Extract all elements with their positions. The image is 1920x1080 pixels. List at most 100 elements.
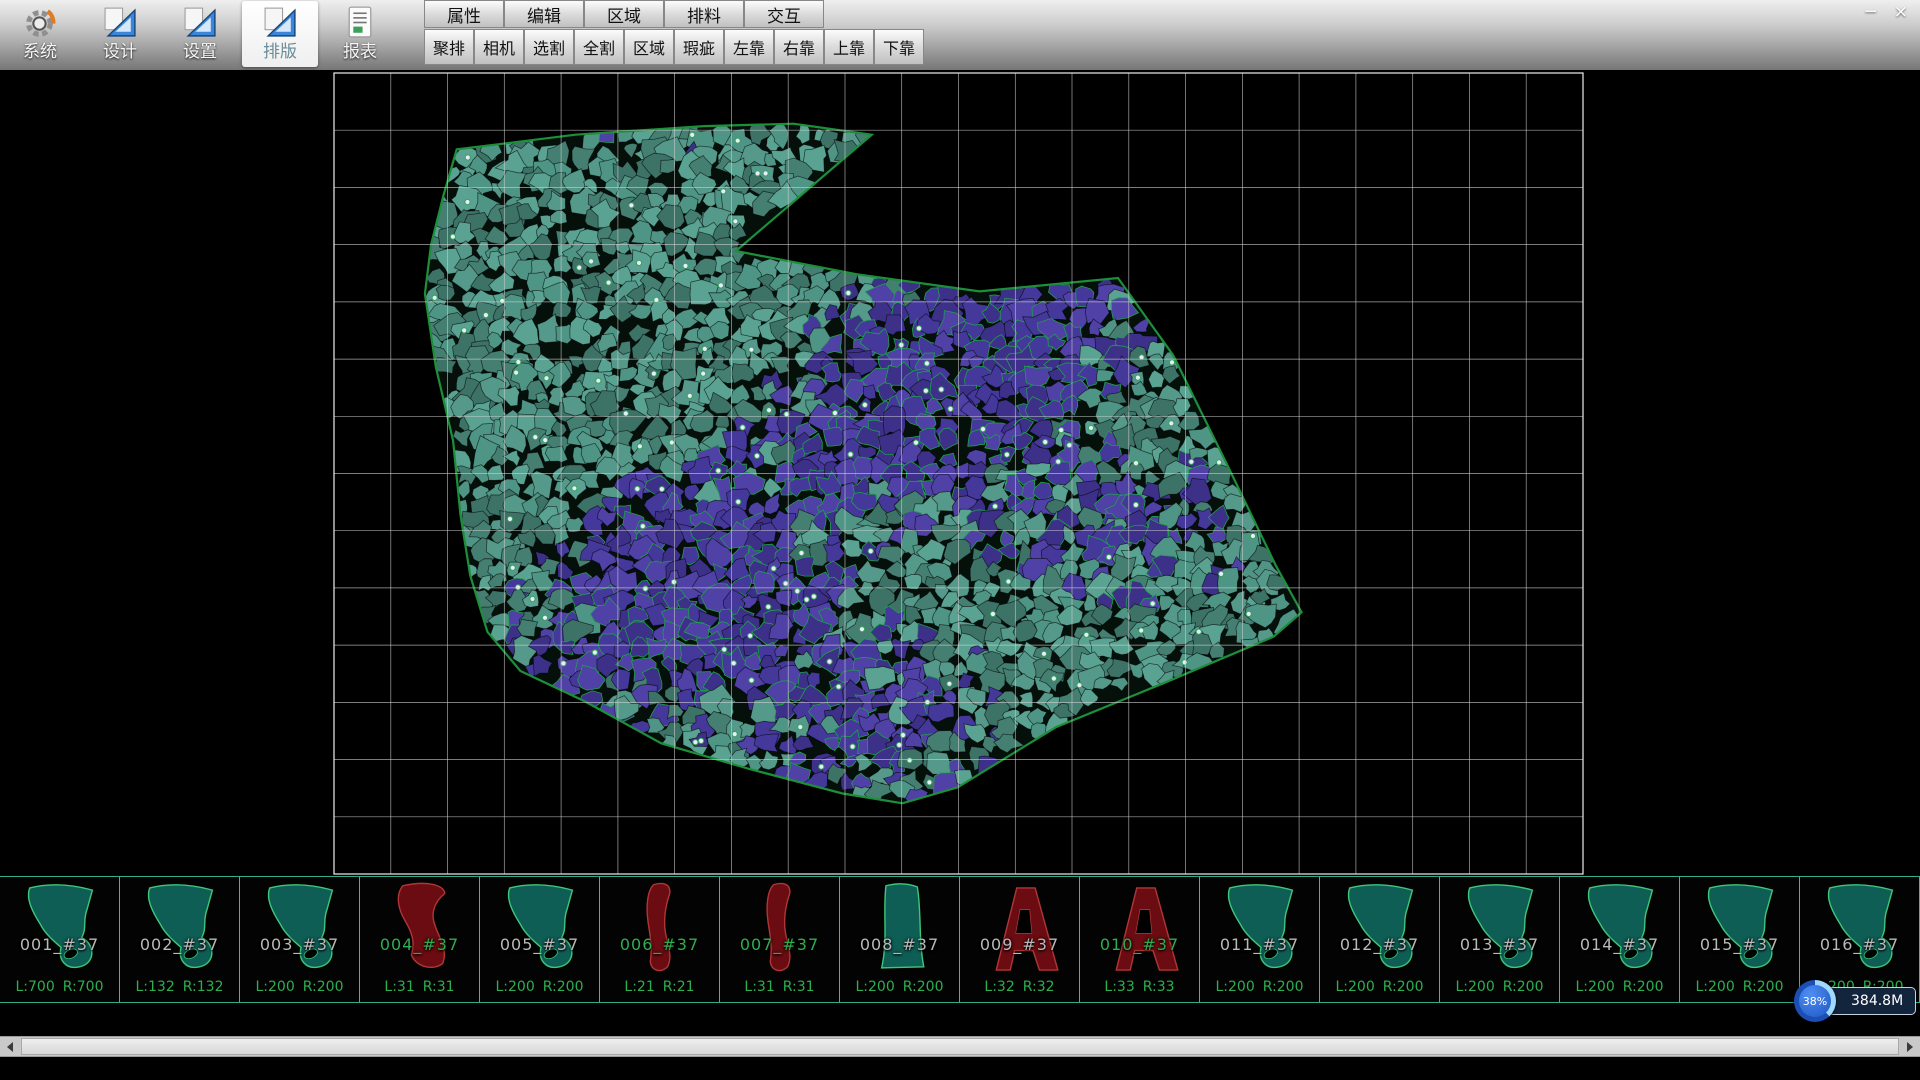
nav-item-report[interactable]: 报表 bbox=[322, 1, 398, 67]
nav-label: 设置 bbox=[183, 41, 217, 64]
main-nav: 系统 设计 设置 排版 报表 bbox=[2, 1, 398, 67]
nav-item-settings[interactable]: 设置 bbox=[162, 1, 238, 67]
piece-shape bbox=[366, 879, 474, 979]
piece-shape bbox=[846, 879, 954, 979]
menu-item-nesting[interactable]: 排料 bbox=[664, 0, 744, 28]
progress-circle: 38% bbox=[1794, 980, 1836, 1022]
piece-name: 007_#37 bbox=[720, 935, 839, 954]
nesting-canvas[interactable] bbox=[0, 70, 1920, 876]
piece-thumbnail-002_#37[interactable]: 002_#37 L:132R:132 bbox=[120, 877, 240, 1002]
menu-item-interact[interactable]: 交互 bbox=[744, 0, 824, 28]
piece-lr-count: L:200R:200 bbox=[1320, 979, 1439, 995]
nav-item-layout[interactable]: 排版 bbox=[242, 1, 318, 67]
piece-thumbnail-015_#37[interactable]: 015_#37L:200R:200 bbox=[1680, 877, 1800, 1002]
menu-bar: 属性编辑区域排料交互 bbox=[424, 0, 824, 28]
scroll-right-arrow[interactable] bbox=[1900, 1037, 1920, 1056]
status-overlay: 384.8M 38% bbox=[1794, 978, 1920, 1026]
piece-lr-count: L:200R:200 bbox=[840, 979, 959, 995]
piece-lr-count: L:200R:200 bbox=[240, 979, 359, 995]
piece-shape bbox=[1686, 879, 1794, 979]
piece-shape bbox=[1566, 879, 1674, 979]
piece-shape bbox=[1206, 879, 1314, 979]
piece-shape bbox=[486, 879, 594, 979]
action-bar: 聚排相机选割全割区域瑕疵左靠右靠上靠下靠 bbox=[424, 29, 924, 65]
piece-strip: 001_#37L:700R:700002_#37L:132R:132003_#3… bbox=[0, 876, 1920, 1003]
report-icon bbox=[342, 4, 379, 41]
piece-shape bbox=[1806, 879, 1914, 979]
piece-lr-count: L:132R:132 bbox=[120, 979, 239, 995]
menu-item-region[interactable]: 区域 bbox=[584, 0, 664, 28]
toolbar: 系统设计设置排版报表 属性编辑区域排料交互 聚排相机选割全割区域瑕疵左靠右靠上靠… bbox=[0, 0, 1920, 71]
piece-name: 009_#37 bbox=[960, 935, 1079, 954]
piece-lr-count: L:200R:200 bbox=[1200, 979, 1319, 995]
action-button-align-right[interactable]: 右靠 bbox=[774, 29, 824, 65]
action-button-align-top[interactable]: 上靠 bbox=[824, 29, 874, 65]
piece-lr-count: L:21R:21 bbox=[600, 979, 719, 995]
nav-label: 排版 bbox=[263, 41, 297, 64]
piece-shape bbox=[126, 879, 234, 979]
piece-shape bbox=[1446, 879, 1554, 979]
piece-name: 008_#37 bbox=[840, 935, 959, 954]
gear-icon bbox=[22, 4, 59, 41]
piece-thumbnail-014_#37[interactable]: 014_#37 L:200R:200 bbox=[1560, 877, 1680, 1002]
piece-thumbnail-011_#37[interactable]: 011_#37L:200R:200 bbox=[1200, 877, 1320, 1002]
piece-lr-count: L:31R:31 bbox=[720, 979, 839, 995]
minimize-button[interactable]: ─ bbox=[1866, 2, 1876, 22]
action-button-align-left[interactable]: 左靠 bbox=[724, 29, 774, 65]
horizontal-scrollbar[interactable] bbox=[0, 1036, 1920, 1057]
piece-shape bbox=[1086, 879, 1194, 979]
action-button-cut-all[interactable]: 全割 bbox=[574, 29, 624, 65]
piece-name: 002_#37 bbox=[120, 935, 239, 954]
piece-thumbnail-010_#37[interactable]: 010_#37 L:33R:33 bbox=[1080, 877, 1200, 1002]
menu-item-edit[interactable]: 编辑 bbox=[504, 0, 584, 28]
piece-lr-count: L:31R:31 bbox=[360, 979, 479, 995]
scroll-left-arrow[interactable] bbox=[0, 1037, 20, 1056]
piece-thumbnail-013_#37[interactable]: 013_#37 L:200R:200 bbox=[1440, 877, 1560, 1002]
piece-thumbnail-003_#37[interactable]: 003_#37 L:200R:200 bbox=[240, 877, 360, 1002]
nested-pieces-layer bbox=[421, 117, 1304, 807]
action-button-align-bottom[interactable]: 下靠 bbox=[874, 29, 924, 65]
nav-item-system[interactable]: 系统 bbox=[2, 1, 78, 67]
piece-name: 005_#37 bbox=[480, 935, 599, 954]
ruler-icon bbox=[262, 4, 299, 41]
piece-thumbnail-007_#37[interactable]: 007_#37 L:31R:31 bbox=[720, 877, 840, 1002]
piece-name: 013_#37 bbox=[1440, 935, 1559, 954]
action-button-select-cut[interactable]: 选割 bbox=[524, 29, 574, 65]
piece-name: 010_#37 bbox=[1080, 935, 1199, 954]
nav-label: 系统 bbox=[23, 41, 57, 64]
piece-lr-count: L:700R:700 bbox=[0, 979, 119, 995]
piece-shape bbox=[246, 879, 354, 979]
piece-name: 014_#37 bbox=[1560, 935, 1679, 954]
piece-thumbnail-006_#37[interactable]: 006_#37 L:21R:21 bbox=[600, 877, 720, 1002]
ruler-icon bbox=[102, 4, 139, 41]
piece-name: 006_#37 bbox=[600, 935, 719, 954]
piece-thumbnail-012_#37[interactable]: 012_#37L:200R:200 bbox=[1320, 877, 1440, 1002]
nav-label: 设计 bbox=[103, 41, 137, 64]
piece-thumbnail-004_#37[interactable]: 004_#37L:31R:31 bbox=[360, 877, 480, 1002]
piece-name: 016_#37 bbox=[1800, 935, 1919, 954]
action-button-cluster-nest[interactable]: 聚排 bbox=[424, 29, 474, 65]
piece-shape bbox=[1326, 879, 1434, 979]
piece-thumbnail-008_#37[interactable]: 008_#37 L:200R:200 bbox=[840, 877, 960, 1002]
ruler-icon bbox=[182, 4, 219, 41]
piece-lr-count: L:200R:200 bbox=[1560, 979, 1679, 995]
piece-shape bbox=[966, 879, 1074, 979]
action-button-area[interactable]: 区域 bbox=[624, 29, 674, 65]
action-button-camera[interactable]: 相机 bbox=[474, 29, 524, 65]
piece-shape bbox=[726, 879, 834, 979]
piece-name: 003_#37 bbox=[240, 935, 359, 954]
action-button-defect[interactable]: 瑕疵 bbox=[674, 29, 724, 65]
nesting-canvas-svg bbox=[0, 70, 1920, 876]
piece-thumbnail-009_#37[interactable]: 009_#37L:32R:32 bbox=[960, 877, 1080, 1002]
app-window: 系统设计设置排版报表 属性编辑区域排料交互 聚排相机选割全割区域瑕疵左靠右靠上靠… bbox=[0, 0, 1920, 1080]
close-button[interactable]: × bbox=[1894, 2, 1908, 22]
piece-thumbnail-005_#37[interactable]: 005_#37L:200R:200 bbox=[480, 877, 600, 1002]
nav-item-design[interactable]: 设计 bbox=[82, 1, 158, 67]
piece-lr-count: L:200R:200 bbox=[1440, 979, 1559, 995]
piece-thumbnail-001_#37[interactable]: 001_#37L:700R:700 bbox=[0, 877, 120, 1002]
progress-percent: 38% bbox=[1799, 985, 1831, 1017]
scrollbar-thumb[interactable] bbox=[21, 1038, 1899, 1055]
piece-shape bbox=[6, 879, 114, 979]
menu-item-properties[interactable]: 属性 bbox=[424, 0, 504, 28]
piece-lr-count: L:33R:33 bbox=[1080, 979, 1199, 995]
